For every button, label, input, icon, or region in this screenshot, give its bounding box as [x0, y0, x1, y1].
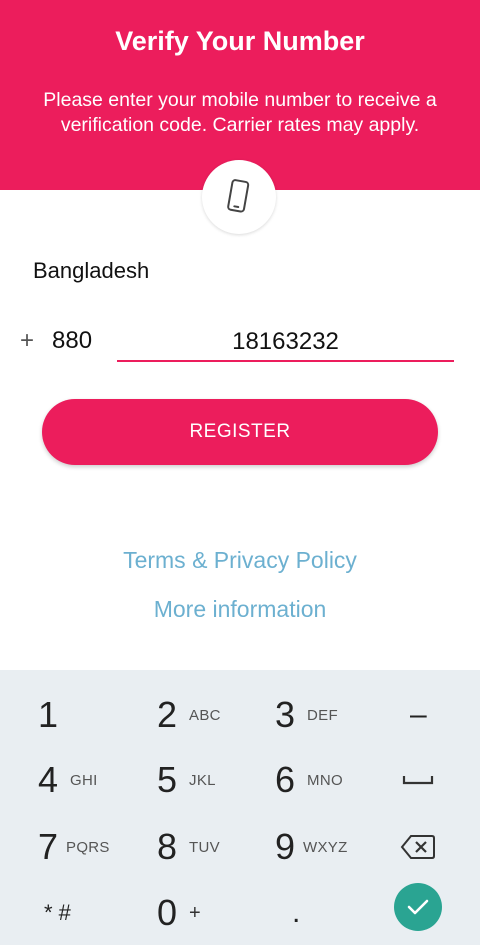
key-backspace[interactable] [400, 817, 436, 877]
key-digit: 6 [275, 759, 296, 800]
register-button[interactable]: REGISTER [42, 399, 438, 465]
key-5[interactable]: 5 JKL [157, 750, 216, 810]
key-digit: 2 [157, 694, 178, 735]
key-3[interactable]: 3 DEF [275, 685, 338, 745]
space-bar-icon [402, 776, 434, 785]
phone-icon-badge [202, 160, 276, 234]
key-letters: WXYZ [303, 838, 348, 856]
key-2[interactable]: 2 ABC [157, 685, 221, 745]
key-digit: 4 [38, 759, 59, 800]
more-information-link[interactable]: More information [0, 596, 480, 623]
dash-symbol: – [410, 698, 427, 731]
backspace-icon [400, 835, 435, 859]
key-letters: GHI [70, 771, 98, 789]
key-letters: TUV [189, 838, 220, 856]
country-selector[interactable]: Bangladesh [33, 258, 149, 284]
confirm-button[interactable] [394, 883, 442, 931]
key-star-hash[interactable]: * # [44, 883, 71, 943]
page-subtitle: Please enter your mobile number to recei… [43, 89, 437, 136]
key-space[interactable] [402, 750, 434, 810]
plus-sign: + [20, 327, 35, 354]
key-8[interactable]: 8 TUV [157, 817, 220, 877]
star-hash-symbol: * # [44, 900, 71, 925]
key-digit: 9 [275, 826, 296, 867]
dot-symbol: . [292, 896, 301, 929]
page-title: Verify Your Number [115, 26, 365, 56]
key-letters: JKL [189, 771, 216, 789]
terms-privacy-link[interactable]: Terms & Privacy Policy [0, 547, 480, 574]
key-dash[interactable]: – [410, 685, 427, 745]
key-digit: 1 [38, 694, 59, 735]
key-digit: 7 [38, 826, 59, 867]
key-letters: MNO [307, 771, 343, 789]
key-6[interactable]: 6 MNO [275, 750, 343, 810]
key-letters: + [189, 901, 202, 924]
key-letters: DEF [307, 706, 338, 724]
key-digit: 5 [157, 759, 178, 800]
key-digit: 8 [157, 826, 178, 867]
check-icon [407, 899, 429, 915]
key-dot[interactable]: . [292, 883, 300, 943]
key-7[interactable]: 7 PQRS [38, 817, 110, 877]
country-code-field[interactable]: 880 [52, 327, 92, 355]
key-9[interactable]: 9 WXYZ [275, 817, 348, 877]
key-digit: 0 [157, 892, 178, 933]
key-letters: PQRS [66, 838, 110, 856]
key-letters: ABC [189, 706, 221, 724]
key-digit: 3 [275, 694, 296, 735]
phone-number-input[interactable] [117, 322, 454, 362]
key-4[interactable]: 4 GHI [38, 750, 98, 810]
key-1[interactable]: 1 [38, 685, 58, 745]
smartphone-icon [227, 179, 250, 213]
key-0[interactable]: 0 + [157, 883, 201, 943]
